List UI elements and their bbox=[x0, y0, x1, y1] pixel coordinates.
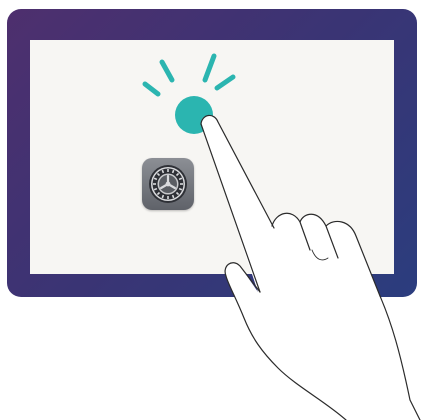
pointing-hand-icon bbox=[200, 114, 436, 420]
gesture-overlay bbox=[142, 53, 436, 420]
tap-gesture-illustration bbox=[0, 0, 436, 420]
tap-ripple-icon bbox=[142, 53, 236, 97]
